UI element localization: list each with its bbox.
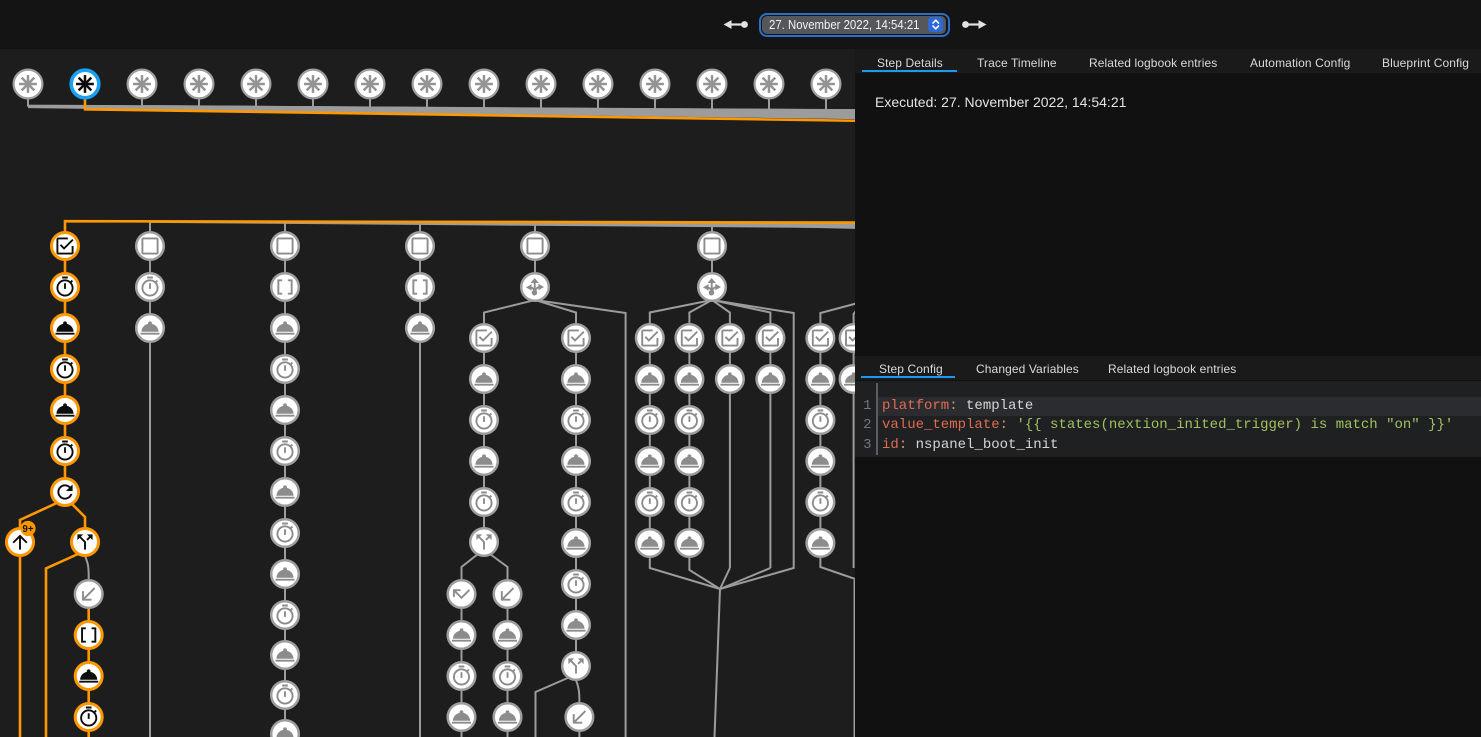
svg-text:9+: 9+ [22,524,33,535]
